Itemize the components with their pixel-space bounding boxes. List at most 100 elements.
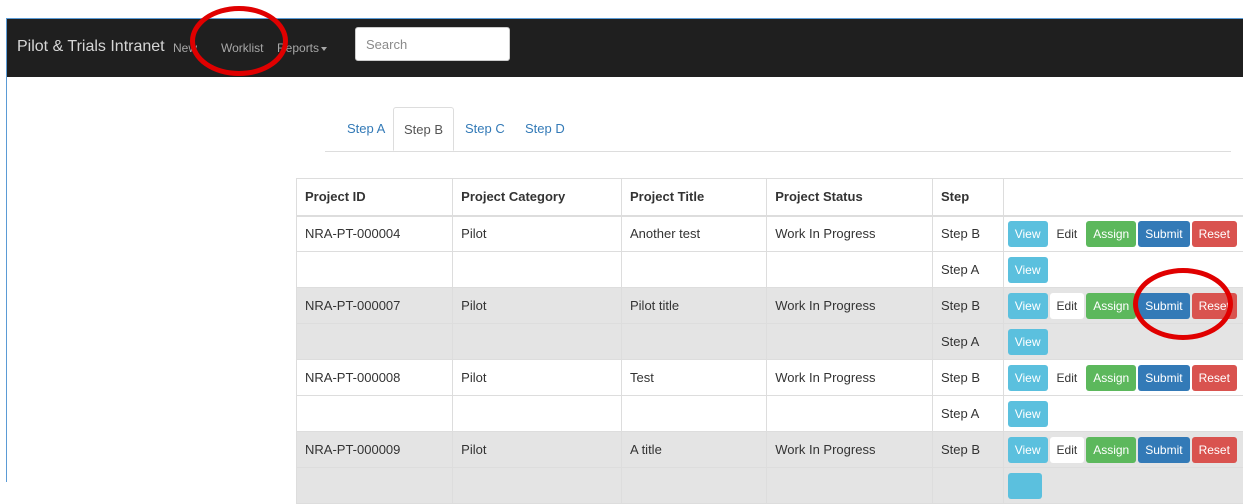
cell-category: Pilot [453,432,622,468]
cell-title [622,324,767,360]
cell-step: Step B [933,288,1004,324]
submit-button[interactable]: Submit [1138,365,1189,391]
cell-category [453,396,622,432]
edit-button[interactable]: Edit [1050,365,1085,391]
view-button[interactable] [1008,473,1042,499]
cell-actions: View [1003,396,1243,432]
reset-button[interactable]: Reset [1192,437,1237,463]
nav-reports[interactable]: Reports [277,41,327,55]
cell-project-id: NRA-PT-000009 [297,432,453,468]
assign-button[interactable]: Assign [1086,221,1136,247]
view-button[interactable]: View [1008,401,1048,427]
tab-step-b[interactable]: Step B [393,107,454,151]
col-step: Step [933,179,1004,216]
search-input[interactable] [355,27,510,61]
view-button[interactable]: View [1008,221,1048,247]
table-row: Step A View [297,252,1243,288]
cell-category [453,252,622,288]
cell-step: Step A [933,396,1004,432]
cell-actions: View [1003,324,1243,360]
cell-title: Test [622,360,767,396]
cell-project-id [297,396,453,432]
col-project-status: Project Status [767,179,933,216]
assign-button[interactable]: Assign [1086,365,1136,391]
cell-category [453,468,622,504]
cell-status [767,396,933,432]
cell-actions: ViewEditAssignSubmitReset [1003,432,1243,468]
cell-actions [1003,468,1243,504]
cell-actions: ViewEditAssignSubmitReset [1003,216,1243,252]
edit-button[interactable]: Edit [1050,293,1085,319]
table-row: Step A View [297,396,1243,432]
view-button[interactable]: View [1008,437,1048,463]
nav-reports-label: Reports [277,41,319,55]
assign-button[interactable]: Assign [1086,293,1136,319]
cell-status: Work In Progress [767,360,933,396]
cell-status [767,324,933,360]
submit-button[interactable]: Submit [1138,437,1189,463]
tab-step-a[interactable]: Step A [337,107,395,151]
nav-worklist[interactable]: Worklist [221,41,263,55]
table-row: NRA-PT-000007 Pilot Pilot title Work In … [297,288,1243,324]
table-row: Step A View [297,324,1243,360]
cell-title: Pilot title [622,288,767,324]
cell-step: Step B [933,360,1004,396]
cell-category: Pilot [453,288,622,324]
tab-step-c[interactable]: Step C [455,107,515,151]
cell-status: Work In Progress [767,216,933,252]
cell-category: Pilot [453,216,622,252]
view-button[interactable]: View [1008,365,1048,391]
cell-project-id: NRA-PT-000004 [297,216,453,252]
cell-project-id: NRA-PT-000008 [297,360,453,396]
view-button[interactable]: View [1008,257,1048,283]
cell-title: Another test [622,216,767,252]
cell-project-id [297,324,453,360]
table-row: NRA-PT-000008 Pilot Test Work In Progres… [297,360,1243,396]
step-tabs: Step A Step B Step C Step D [325,101,1231,152]
cell-status: Work In Progress [767,288,933,324]
reset-button[interactable]: Reset [1192,221,1237,247]
cell-status [767,252,933,288]
submit-button[interactable]: Submit [1138,293,1189,319]
assign-button[interactable]: Assign [1086,437,1136,463]
cell-project-id [297,252,453,288]
reset-button[interactable]: Reset [1192,293,1237,319]
table-header-row: Project ID Project Category Project Titl… [297,179,1243,216]
edit-button[interactable]: Edit [1050,437,1085,463]
cell-step: Step A [933,324,1004,360]
col-actions [1003,179,1243,216]
col-project-id: Project ID [297,179,453,216]
cell-category: Pilot [453,360,622,396]
cell-status [767,468,933,504]
brand-link[interactable]: Pilot & Trials Intranet [17,38,165,56]
cell-category [453,324,622,360]
cell-step: Step A [933,252,1004,288]
view-button[interactable]: View [1008,293,1048,319]
nav-new[interactable]: New [173,41,197,55]
table-row: NRA-PT-000009 Pilot A title Work In Prog… [297,432,1243,468]
submit-button[interactable]: Submit [1138,221,1189,247]
cell-title [622,252,767,288]
table-row: NRA-PT-000004 Pilot Another test Work In… [297,216,1243,252]
cell-title [622,468,767,504]
view-button[interactable]: View [1008,329,1048,355]
tab-step-d[interactable]: Step D [515,107,575,151]
cell-step: Step B [933,432,1004,468]
cell-actions: ViewEditAssignSubmitReset [1003,360,1243,396]
edit-button[interactable]: Edit [1050,221,1085,247]
cell-status: Work In Progress [767,432,933,468]
table-row [297,468,1243,504]
cell-step [933,468,1004,504]
worklist-table: Project ID Project Category Project Titl… [296,178,1243,504]
cell-step: Step B [933,216,1004,252]
navbar: Pilot & Trials Intranet New Worklist Rep… [7,19,1243,77]
cell-actions: View [1003,252,1243,288]
reset-button[interactable]: Reset [1192,365,1237,391]
cell-title: A title [622,432,767,468]
cell-project-id: NRA-PT-000007 [297,288,453,324]
app-window: Pilot & Trials Intranet New Worklist Rep… [6,18,1243,482]
cell-actions: ViewEditAssignSubmitReset [1003,288,1243,324]
col-project-title: Project Title [622,179,767,216]
cell-title [622,396,767,432]
col-project-category: Project Category [453,179,622,216]
